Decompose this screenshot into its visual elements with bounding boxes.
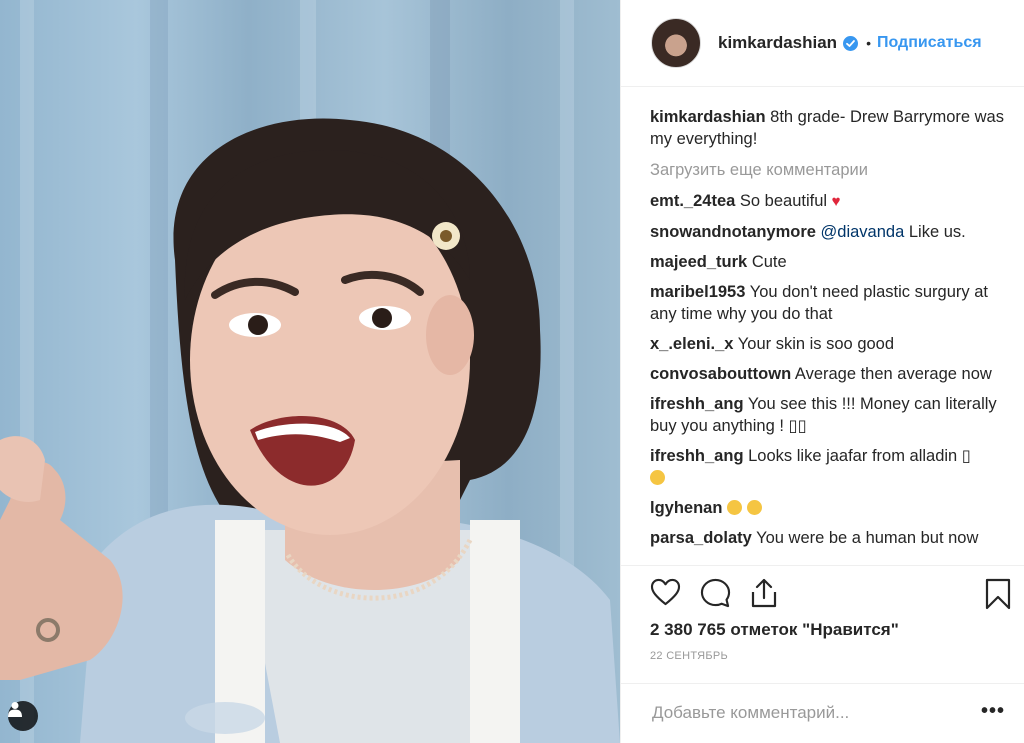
comment-username[interactable]: maribel1953 xyxy=(650,283,745,301)
comment-text: So beautiful xyxy=(739,192,828,210)
raising-hands-emoji-icon xyxy=(727,500,743,515)
comment-item: snowandnotanymore @diavanda Like us. xyxy=(650,221,1010,243)
comment-username[interactable]: lgyhenan xyxy=(650,499,722,517)
comment-item: x_.eleni._x Your skin is soo good xyxy=(650,333,1010,355)
comment-username[interactable]: emt._24tea xyxy=(650,192,735,210)
comment-text: Cute xyxy=(751,253,787,271)
comment-item: convosabouttown Average then average now xyxy=(650,363,1010,385)
header-username[interactable]: kimkardashian xyxy=(718,33,837,53)
comment-username[interactable]: snowandnotanymore xyxy=(650,223,816,241)
comment-item: emt._24tea So beautiful ♥ xyxy=(650,190,1010,213)
share-icon[interactable] xyxy=(749,578,779,613)
comment-text: Average then average now xyxy=(794,365,992,383)
more-options-button[interactable]: ••• xyxy=(981,700,1005,723)
follow-button[interactable]: Подписаться xyxy=(877,34,982,52)
comment-item: ifreshh_ang Looks like jaafar from allad… xyxy=(650,445,1010,489)
comment-username[interactable]: ifreshh_ang xyxy=(650,395,744,413)
instagram-post: kimkardashian • Подписаться kimkardashia… xyxy=(0,0,1024,743)
comment-username[interactable]: x_.eleni._x xyxy=(650,335,733,353)
load-more-comments-button[interactable]: Загрузить еще комментарии xyxy=(650,159,1010,181)
comment-text: Your skin is soo good xyxy=(737,335,895,353)
add-comment-input[interactable] xyxy=(650,699,954,727)
comment-item: lgyhenan xyxy=(650,497,1010,519)
comment-item: maribel1953 You don't need plastic surgu… xyxy=(650,281,1010,325)
red-heart-icon: ♥ xyxy=(831,193,841,210)
post-photo[interactable] xyxy=(0,0,620,743)
user-tag-icon[interactable] xyxy=(8,701,38,731)
comment-icon[interactable] xyxy=(700,578,731,613)
laughing-emoji-icon xyxy=(650,470,665,485)
caption-username[interactable]: kimkardashian xyxy=(650,108,766,126)
comments-list[interactable]: kimkardashian 8th grade- Drew Barrymore … xyxy=(650,106,1010,564)
post-actions-bar xyxy=(621,565,1024,621)
heart-icon[interactable] xyxy=(650,578,681,611)
comment-username[interactable]: convosabouttown xyxy=(650,365,791,383)
comment-username[interactable]: ifreshh_ang xyxy=(650,447,744,465)
caption: kimkardashian 8th grade- Drew Barrymore … xyxy=(650,106,1010,150)
comment-text: You were be a human but now xyxy=(756,529,979,547)
raising-hands-emoji-icon xyxy=(746,500,762,515)
avatar[interactable] xyxy=(651,18,701,68)
photo-illustration xyxy=(0,0,620,743)
add-comment-bar: ••• xyxy=(621,683,1024,743)
post-header: kimkardashian • Подписаться xyxy=(621,0,1024,87)
comment-text: Like us. xyxy=(908,223,966,241)
comment-item: majeed_turk Cute xyxy=(650,251,1010,273)
comment-text: Looks like jaafar from alladin ▯ xyxy=(748,447,971,465)
post-sidebar: kimkardashian • Подписаться kimkardashia… xyxy=(620,0,1024,743)
comment-item: ifreshh_ang You see this !!! Money can l… xyxy=(650,393,1010,437)
comment-username[interactable]: parsa_dolaty xyxy=(650,529,752,547)
comment-mention-link[interactable]: @diavanda xyxy=(821,223,905,241)
bookmark-icon[interactable] xyxy=(985,578,1011,615)
comment-username[interactable]: majeed_turk xyxy=(650,253,747,271)
post-date[interactable]: 22 СЕНТЯБРЬ xyxy=(650,650,728,662)
verified-badge-icon xyxy=(843,35,859,51)
comment-item: parsa_dolaty You were be a human but now xyxy=(650,527,1010,549)
header-separator: • xyxy=(866,35,871,51)
likes-count[interactable]: 2 380 765 отметок "Нравится" xyxy=(650,620,899,640)
